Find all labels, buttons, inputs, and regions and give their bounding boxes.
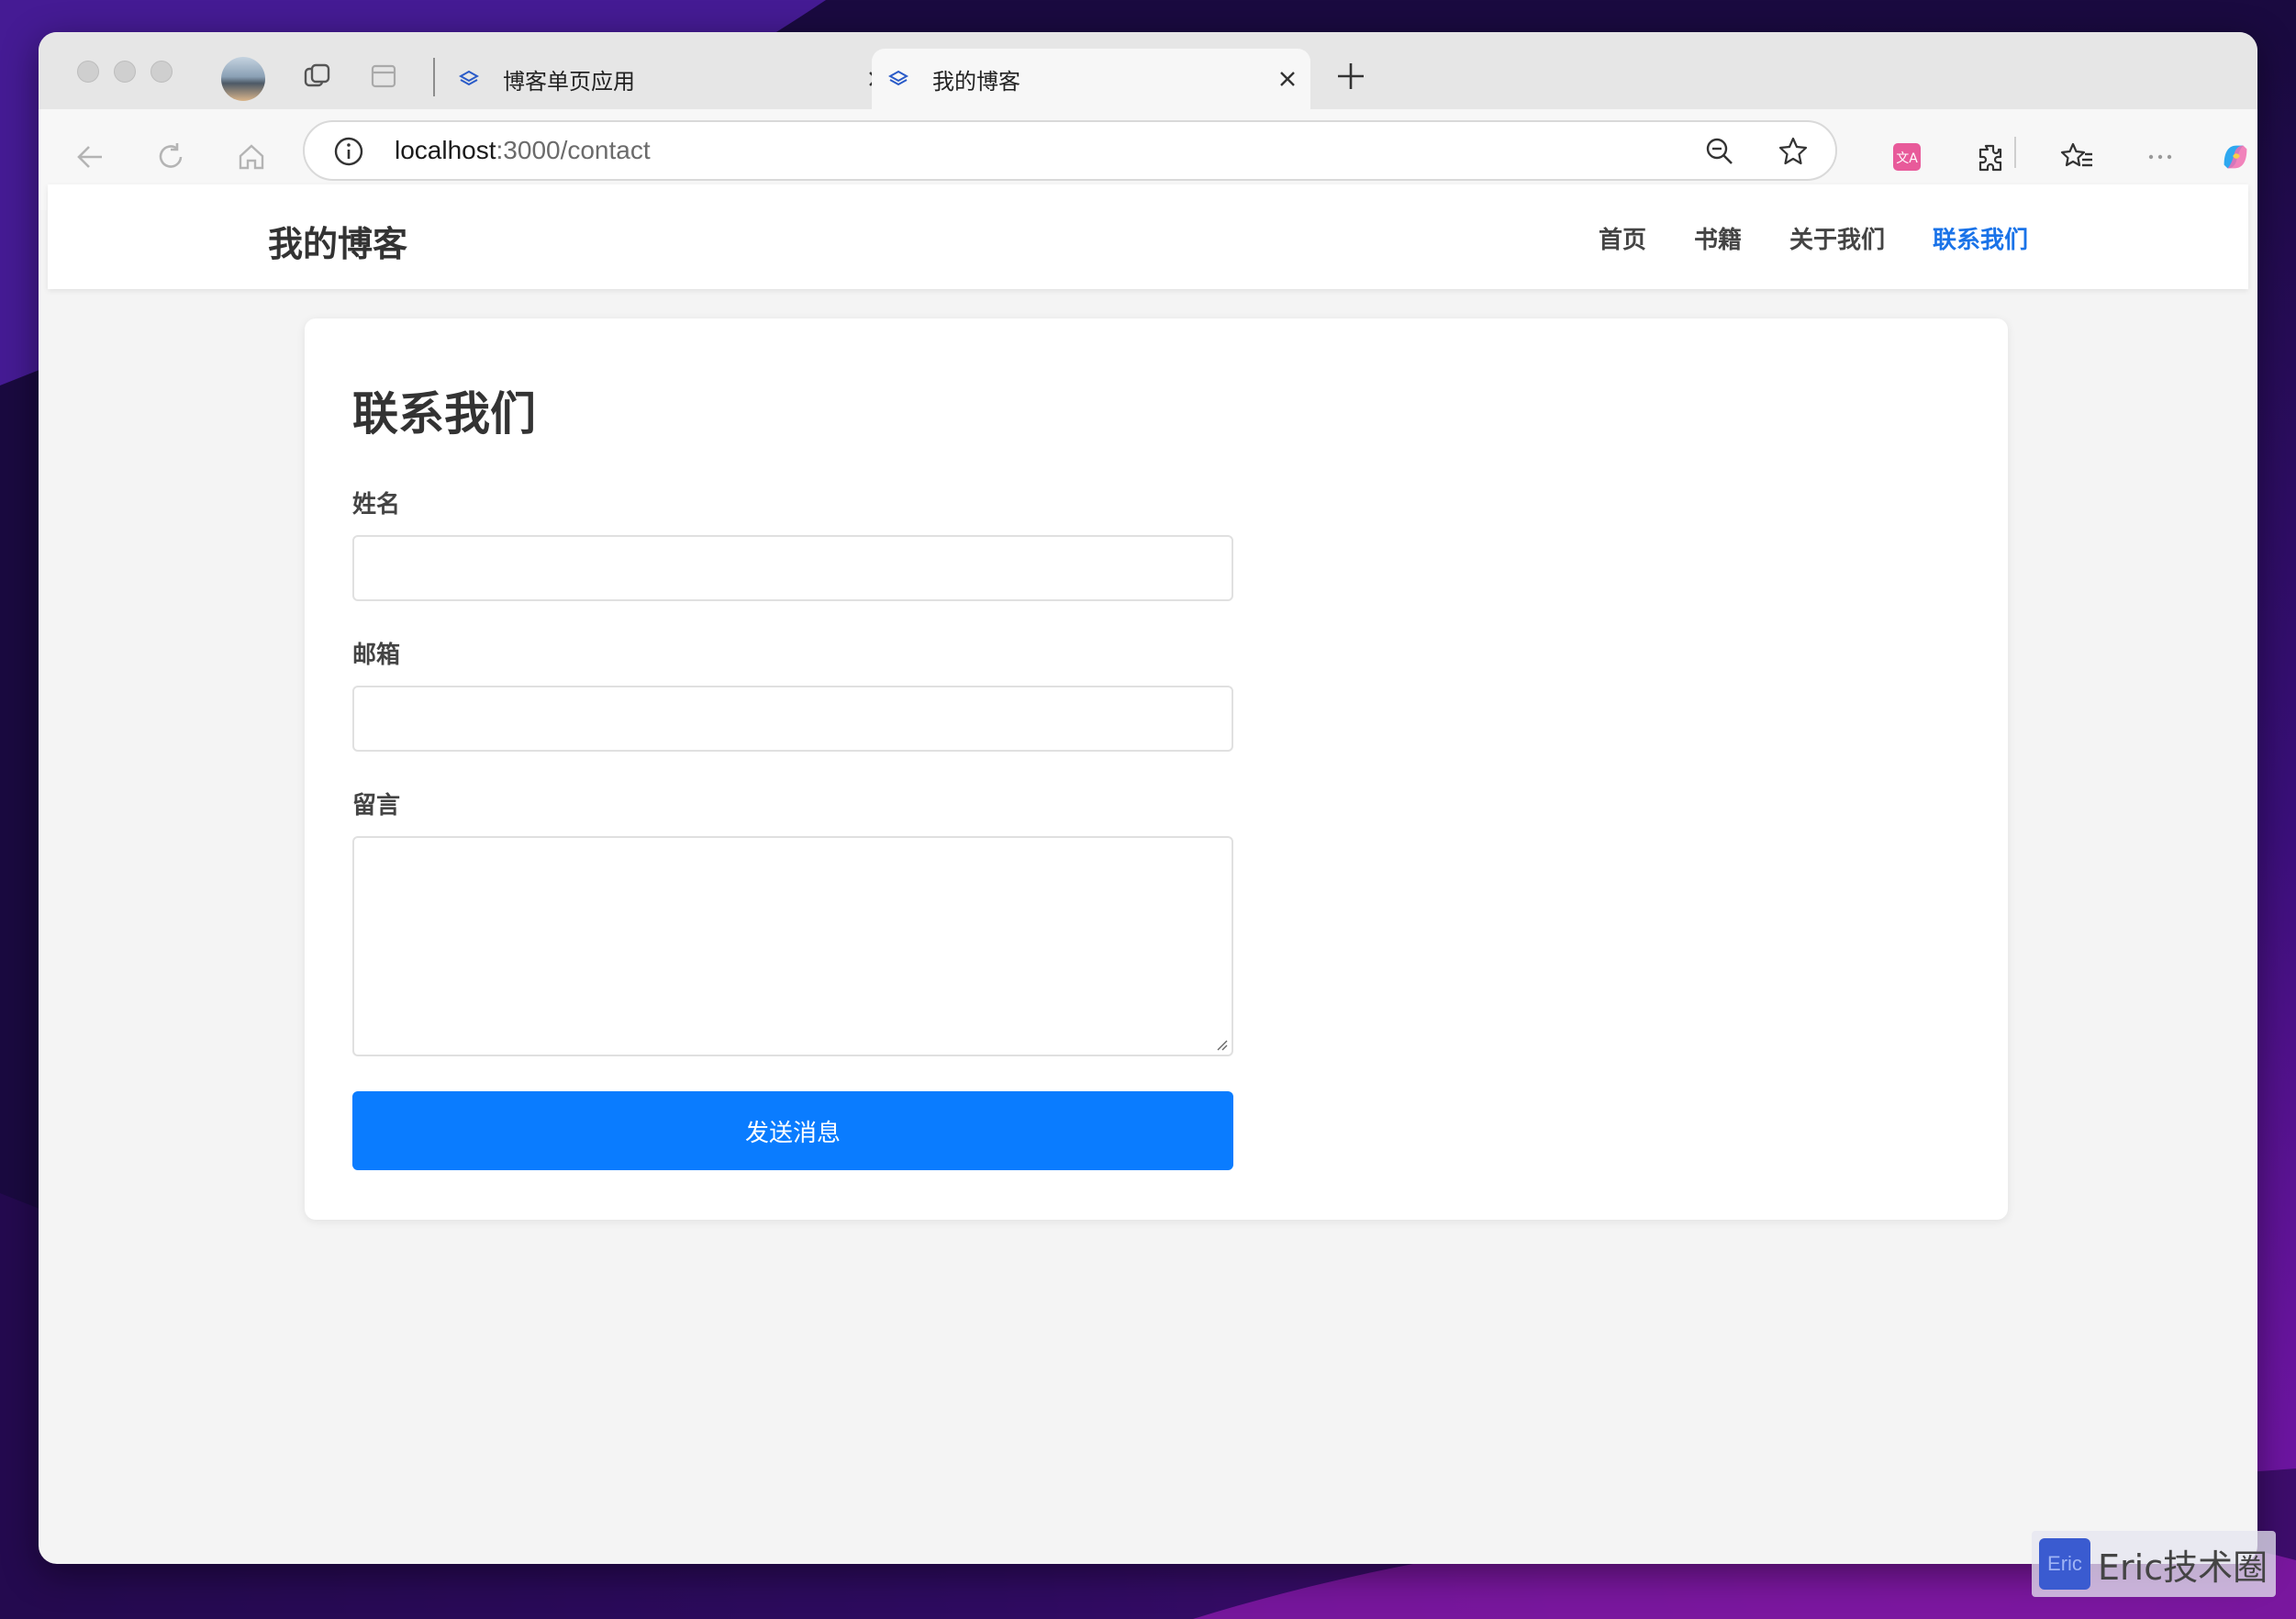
- watermark: Eric Eric技术圈: [2032, 1531, 2276, 1597]
- layers-icon: [459, 70, 479, 86]
- resize-handle-icon[interactable]: [1215, 1038, 1228, 1051]
- watermark-logo: Eric: [2039, 1538, 2090, 1590]
- toolbar-divider: [2014, 137, 2016, 168]
- close-tab-icon[interactable]: [1277, 69, 1298, 89]
- layers-icon: [888, 70, 908, 86]
- nav-home[interactable]: 首页: [1599, 221, 1646, 255]
- new-tab-icon[interactable]: [1334, 60, 1367, 93]
- favorite-star-icon[interactable]: [1777, 135, 1810, 168]
- copilot-icon[interactable]: [2217, 139, 2254, 175]
- contact-card: 联系我们 姓名 邮箱 留言 发送消息: [305, 318, 2008, 1220]
- tab-actions-icon[interactable]: [301, 60, 334, 93]
- address-path: :3000/contact: [496, 136, 651, 164]
- translate-icon[interactable]: 文A: [1889, 139, 1925, 175]
- info-icon[interactable]: [332, 135, 365, 168]
- zoom-window-button[interactable]: [150, 61, 173, 83]
- more-icon[interactable]: [2142, 139, 2179, 175]
- address-host: localhost: [395, 136, 496, 164]
- home-icon[interactable]: [233, 139, 270, 175]
- favorites-icon[interactable]: [2059, 139, 2096, 175]
- site-brand[interactable]: 我的博客: [268, 216, 407, 266]
- message-label: 留言: [352, 792, 401, 820]
- send-message-button[interactable]: 发送消息: [352, 1091, 1233, 1170]
- page-viewport: 我的博客 首页 书籍 关于我们 联系我们 联系我们 姓名 邮箱 留言 发送消息: [48, 184, 2248, 1552]
- site-navbar: 我的博客 首页 书籍 关于我们 联系我们: [48, 184, 2248, 289]
- tab-strip-divider: [433, 58, 435, 96]
- site-nav: 首页 书籍 关于我们 联系我们: [1599, 221, 2028, 255]
- address-url[interactable]: localhost:3000/contact: [395, 136, 651, 165]
- tab-blog-spa[interactable]: 博客单页应用: [442, 49, 899, 109]
- nav-books[interactable]: 书籍: [1694, 221, 1742, 255]
- email-field[interactable]: [352, 686, 1233, 752]
- tab-title: 我的博客: [932, 68, 1020, 95]
- extensions-icon[interactable]: [1971, 139, 2008, 175]
- zoom-out-icon[interactable]: [1703, 135, 1736, 168]
- profile-avatar[interactable]: [221, 57, 265, 101]
- back-icon[interactable]: [72, 139, 108, 175]
- page-title: 联系我们: [352, 387, 536, 441]
- name-field[interactable]: [352, 535, 1233, 601]
- close-window-button[interactable]: [77, 61, 99, 83]
- watermark-text: Eric技术圈: [2098, 1546, 2268, 1588]
- nav-contact[interactable]: 联系我们: [1933, 221, 2028, 255]
- svg-text:文A: 文A: [1896, 151, 1918, 166]
- tab-my-blog[interactable]: 我的博客: [872, 49, 1310, 109]
- minimize-window-button[interactable]: [114, 61, 136, 83]
- message-field[interactable]: [352, 836, 1233, 1056]
- vertical-tabs-icon[interactable]: [367, 60, 400, 93]
- name-label: 姓名: [352, 491, 401, 519]
- nav-about[interactable]: 关于我们: [1789, 221, 1885, 255]
- browser-window: 博客单页应用 我的博客 localhost:3000/contact 文A 我的…: [39, 32, 2257, 1564]
- address-bar[interactable]: localhost:3000/contact: [303, 120, 1837, 181]
- email-label: 邮箱: [352, 642, 401, 669]
- tab-strip: 博客单页应用 我的博客: [39, 32, 2257, 109]
- tab-title: 博客单页应用: [503, 68, 635, 95]
- refresh-icon[interactable]: [152, 139, 189, 175]
